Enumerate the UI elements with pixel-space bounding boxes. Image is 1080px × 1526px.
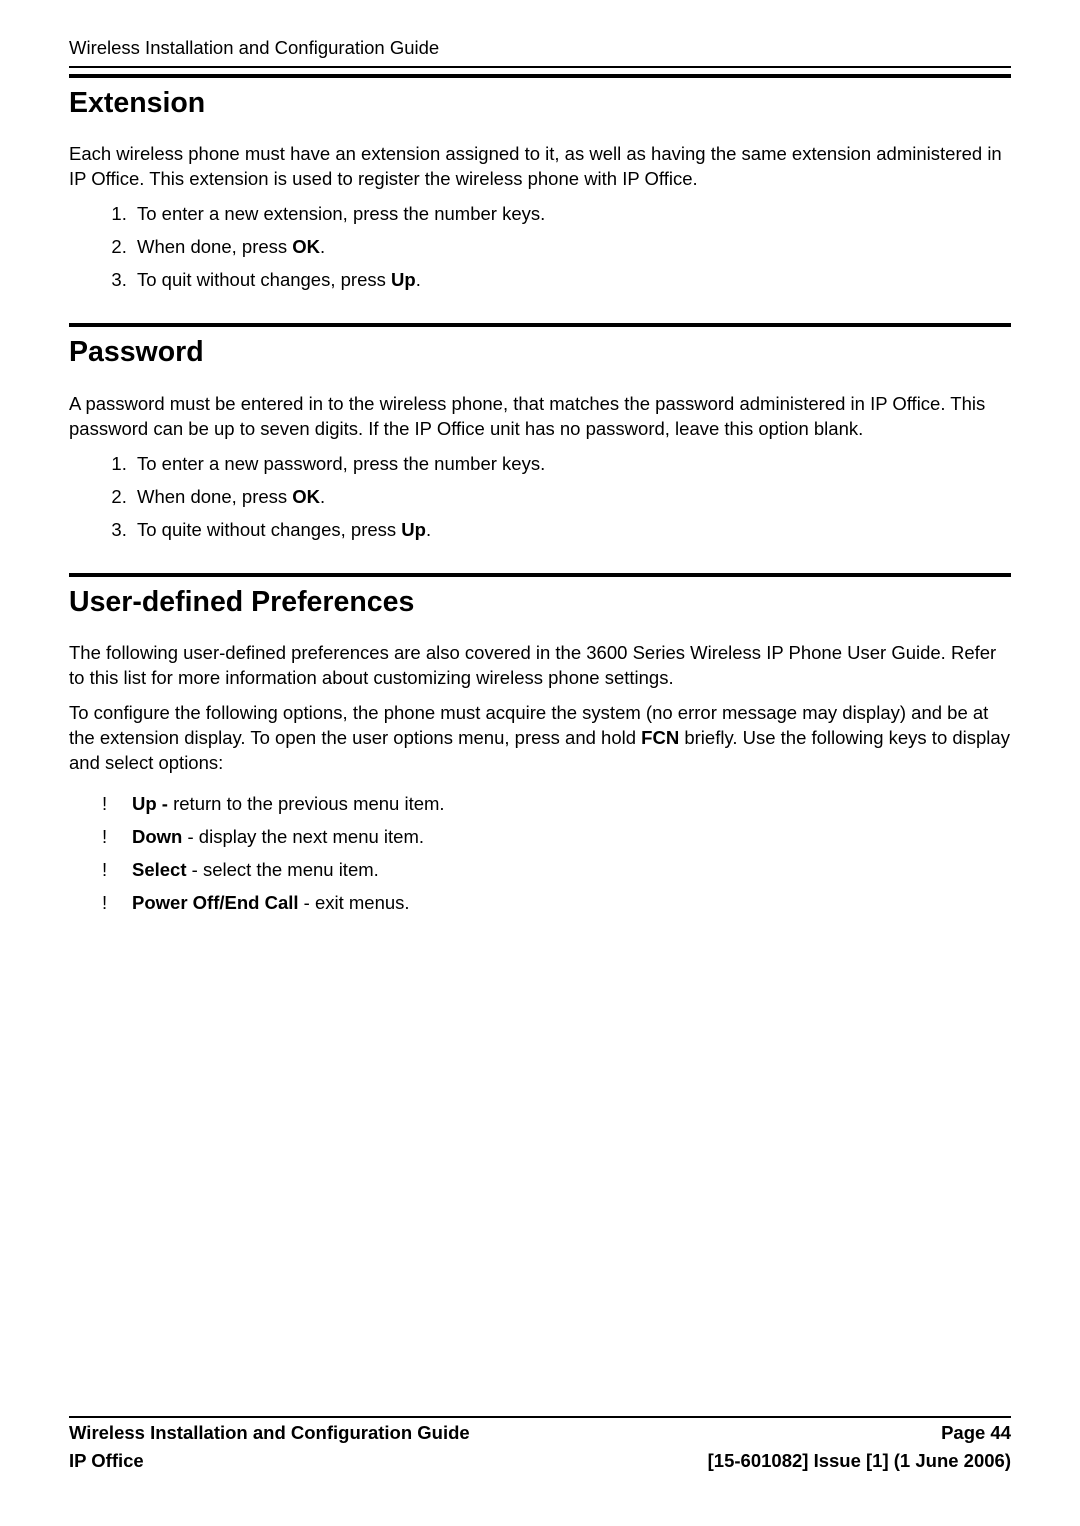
text: . [320, 236, 325, 257]
password-step-1: To enter a new password, press the numbe… [132, 452, 1011, 477]
text: When done, press [137, 486, 292, 507]
prefs-bullet-power: Power Off/End Call - exit menus. [102, 891, 1011, 916]
bold-ok: OK [292, 236, 320, 257]
prefs-bullet-down: Down - display the next menu item. [102, 825, 1011, 850]
password-step-3: To quite without changes, press Up. [132, 518, 1011, 543]
prefs-p2: To configure the following options, the … [69, 701, 1011, 776]
section-divider-extension-top [69, 74, 1011, 78]
extension-body: Each wireless phone must have an extensi… [69, 142, 1011, 293]
text: return to the previous menu item. [168, 793, 445, 814]
heading-prefs: User-defined Preferences [69, 583, 1011, 621]
page-footer: Wireless Installation and Configuration … [69, 1416, 1011, 1474]
heading-extension: Extension [69, 84, 1011, 122]
bold-up: Up - [132, 793, 168, 814]
prefs-bullet-up: Up - return to the previous menu item. [102, 792, 1011, 817]
bold-up: Up [391, 269, 416, 290]
extension-step-1: To enter a new extension, press the numb… [132, 202, 1011, 227]
footer-product: IP Office [69, 1449, 144, 1474]
footer-divider [69, 1416, 1011, 1418]
text: When done, press [137, 236, 292, 257]
text: . [320, 486, 325, 507]
bold-up: Up [401, 519, 426, 540]
text: To quit without changes, press [137, 269, 391, 290]
text: - exit menus. [299, 892, 410, 913]
extension-step-3: To quit without changes, press Up. [132, 268, 1011, 293]
bold-select: Select [132, 859, 187, 880]
footer-page-number: Page 44 [941, 1421, 1011, 1446]
prefs-body: The following user-defined preferences a… [69, 641, 1011, 916]
footer-issue: [15-601082] Issue [1] (1 June 2006) [708, 1449, 1011, 1474]
text: To quite without changes, press [137, 519, 401, 540]
heading-password: Password [69, 333, 1011, 371]
extension-step-2: When done, press OK. [132, 235, 1011, 260]
prefs-p1: The following user-defined preferences a… [69, 641, 1011, 691]
text: - display the next menu item. [182, 826, 424, 847]
text: - select the menu item. [187, 859, 379, 880]
prefs-bullet-select: Select - select the menu item. [102, 858, 1011, 883]
bold-ok: OK [292, 486, 320, 507]
text: . [416, 269, 421, 290]
password-body: A password must be entered in to the wir… [69, 392, 1011, 543]
password-step-2: When done, press OK. [132, 485, 1011, 510]
password-intro: A password must be entered in to the wir… [69, 392, 1011, 442]
password-steps: To enter a new password, press the numbe… [69, 452, 1011, 543]
header-divider [69, 66, 1011, 68]
section-divider-password-top [69, 323, 1011, 327]
section-divider-prefs-top [69, 573, 1011, 577]
prefs-bullets: Up - return to the previous menu item. D… [69, 792, 1011, 916]
running-header: Wireless Installation and Configuration … [69, 36, 1011, 61]
bold-fcn: FCN [641, 727, 679, 748]
extension-steps: To enter a new extension, press the numb… [69, 202, 1011, 293]
extension-intro: Each wireless phone must have an extensi… [69, 142, 1011, 192]
footer-doc-title: Wireless Installation and Configuration … [69, 1421, 470, 1446]
text: . [426, 519, 431, 540]
bold-power-off: Power Off/End Call [132, 892, 299, 913]
bold-down: Down [132, 826, 182, 847]
